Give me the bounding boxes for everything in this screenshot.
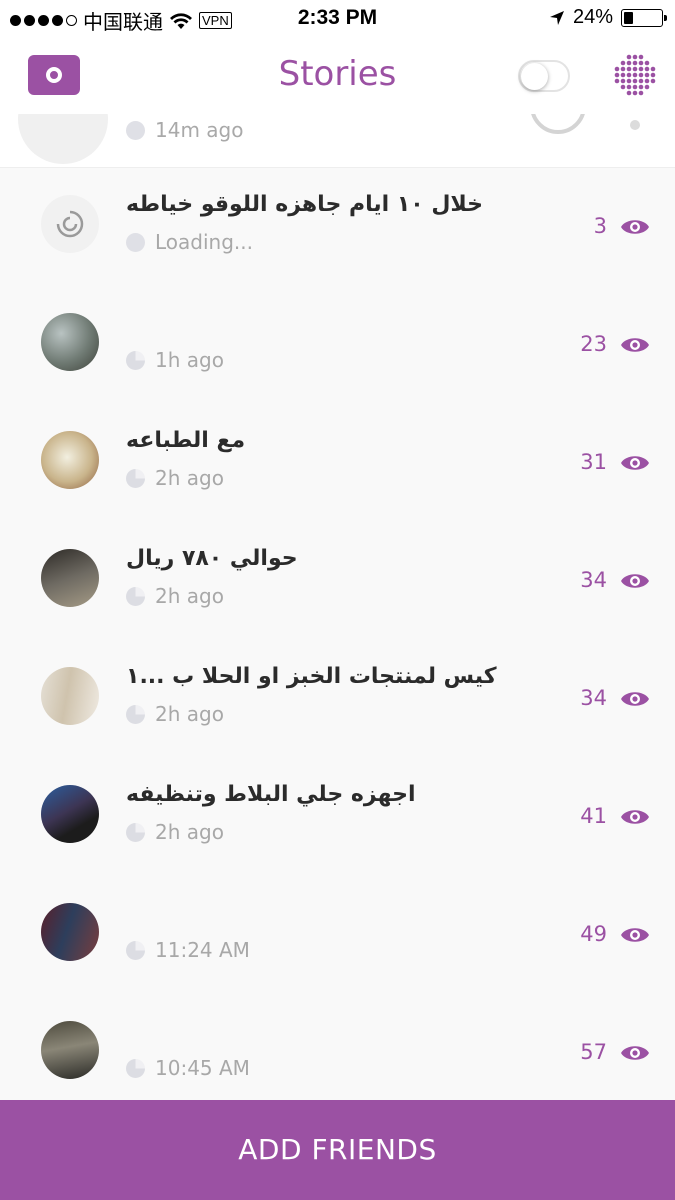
eye-icon [621, 692, 649, 706]
avatar [41, 785, 99, 843]
view-count: 23 [580, 332, 607, 356]
location-arrow-icon [549, 10, 564, 25]
dot-grid-menu-icon[interactable] [612, 52, 658, 98]
avatar [41, 313, 99, 371]
list-item[interactable]: 11:24 AM 49 [0, 876, 675, 994]
nav-header: Stories [0, 38, 675, 114]
story-caption: مع الطباعه [126, 428, 246, 453]
list-item[interactable]: حوالي ٧٨٠ ريال 2h ago 34 [0, 522, 675, 640]
list-item[interactable]: 10:45 AM 57 [0, 994, 675, 1100]
story-meta: 2h ago [126, 584, 224, 608]
list-item[interactable]: 1h ago 23 [0, 286, 675, 404]
add-friends-button[interactable]: ADD FRIENDS [0, 1100, 675, 1200]
avatar [41, 903, 99, 961]
timer-icon [126, 350, 145, 370]
story-timestamp: 14m ago [155, 118, 244, 142]
eye-icon [621, 574, 649, 588]
timer-icon [126, 822, 145, 842]
story-timestamp: 10:45 AM [155, 1056, 250, 1080]
story-meta: 14m ago [126, 118, 243, 142]
story-timestamp: 2h ago [155, 820, 224, 844]
story-timestamp: 1h ago [155, 348, 224, 372]
story-timestamp: 2h ago [155, 702, 224, 726]
story-meta: 1h ago [126, 348, 224, 372]
stories-list: خلال ١٠ ايام جاهزه اللوقو خياطه Loading.… [0, 168, 675, 1100]
eye-icon [621, 220, 649, 234]
list-item-partial[interactable]: 14m ago [0, 114, 675, 168]
timer-icon [126, 1058, 145, 1078]
list-item[interactable]: اجهزه جلي البلاط وتنظيفه 2h ago 41 [0, 758, 675, 876]
timer-icon [126, 232, 145, 252]
timer-icon [126, 704, 145, 724]
view-count: 34 [580, 568, 607, 592]
status-right: 24% [549, 6, 667, 29]
story-timestamp: 2h ago [155, 466, 224, 490]
story-caption: اجهزه جلي البلاط وتنظيفه [126, 782, 416, 807]
timer-icon [126, 120, 145, 140]
auto-advance-toggle[interactable] [518, 60, 570, 92]
view-count: 41 [580, 804, 607, 828]
status-bar: 中国联通 VPN 2:33 PM 24% [0, 0, 675, 38]
timer-icon [126, 468, 145, 488]
eye-icon [621, 810, 649, 824]
eye-icon [621, 456, 649, 470]
avatar [18, 114, 108, 164]
story-timestamp: 11:24 AM [155, 938, 250, 962]
eye-icon [621, 338, 649, 352]
avatar [41, 195, 99, 253]
view-count: 49 [580, 922, 607, 946]
view-count: 57 [580, 1040, 607, 1064]
eye-icon [621, 1046, 649, 1060]
stories-screen: 中国联通 VPN 2:33 PM 24% Stories 14m ago خلا… [0, 0, 675, 1200]
avatar [41, 1021, 99, 1079]
story-meta: 2h ago [126, 702, 224, 726]
avatar [41, 431, 99, 489]
story-meta: 2h ago [126, 466, 224, 490]
story-caption: حوالي ٧٨٠ ريال [126, 546, 298, 571]
story-caption: خلال ١٠ ايام جاهزه اللوقو خياطه [126, 192, 483, 217]
view-count: 34 [580, 686, 607, 710]
eye-icon [621, 928, 649, 942]
story-meta: 11:24 AM [126, 938, 250, 962]
timer-icon [126, 940, 145, 960]
list-item[interactable]: كيس لمنتجات الخبز او الحلا ب ...١ 2h ago… [0, 640, 675, 758]
timer-icon [126, 586, 145, 606]
view-count: 31 [580, 450, 607, 474]
story-timestamp: 2h ago [155, 584, 224, 608]
unread-dot-icon [630, 120, 640, 130]
story-timestamp: Loading... [155, 230, 253, 254]
avatar [41, 549, 99, 607]
avatar [41, 667, 99, 725]
story-caption: كيس لمنتجات الخبز او الحلا ب ...١ [126, 664, 497, 689]
list-item[interactable]: مع الطباعه 2h ago 31 [0, 404, 675, 522]
loading-spinner-icon [42, 196, 98, 252]
battery-icon [621, 8, 667, 27]
story-meta: Loading... [126, 230, 253, 254]
story-meta: 10:45 AM [126, 1056, 250, 1080]
story-ring-icon [530, 114, 586, 134]
battery-percent: 24% [572, 6, 613, 28]
view-count: 3 [593, 214, 607, 238]
story-meta: 2h ago [126, 820, 224, 844]
page-title: Stories [278, 54, 397, 94]
list-item[interactable]: خلال ١٠ ايام جاهزه اللوقو خياطه Loading.… [0, 168, 675, 286]
toggle-knob [521, 63, 548, 90]
